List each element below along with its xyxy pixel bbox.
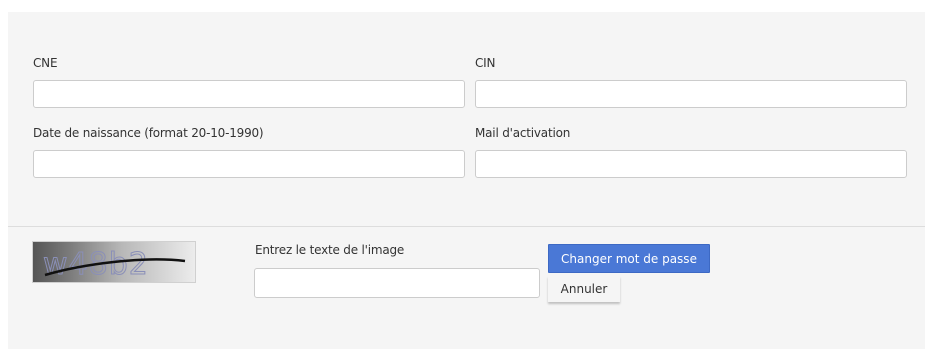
captcha-input-label: Entrez le texte de l'image bbox=[255, 243, 405, 257]
cne-label: CNE bbox=[33, 56, 58, 70]
cne-input[interactable] bbox=[33, 80, 465, 108]
captcha-image: w48b2 bbox=[32, 241, 196, 283]
cin-label: CIN bbox=[475, 56, 496, 70]
activation-mail-input[interactable] bbox=[475, 150, 907, 178]
birthdate-label: Date de naissance (format 20-10-1990) bbox=[33, 126, 264, 140]
activation-mail-label: Mail d'activation bbox=[475, 126, 571, 140]
birthdate-input[interactable] bbox=[33, 150, 465, 178]
captcha-input[interactable] bbox=[254, 268, 540, 298]
cancel-button[interactable]: Annuler bbox=[548, 276, 620, 302]
cin-input[interactable] bbox=[475, 80, 907, 108]
form-panel: CNE CIN Date de naissance (format 20-10-… bbox=[8, 12, 925, 349]
section-divider bbox=[8, 226, 925, 227]
change-password-button[interactable]: Changer mot de passe bbox=[548, 244, 710, 273]
